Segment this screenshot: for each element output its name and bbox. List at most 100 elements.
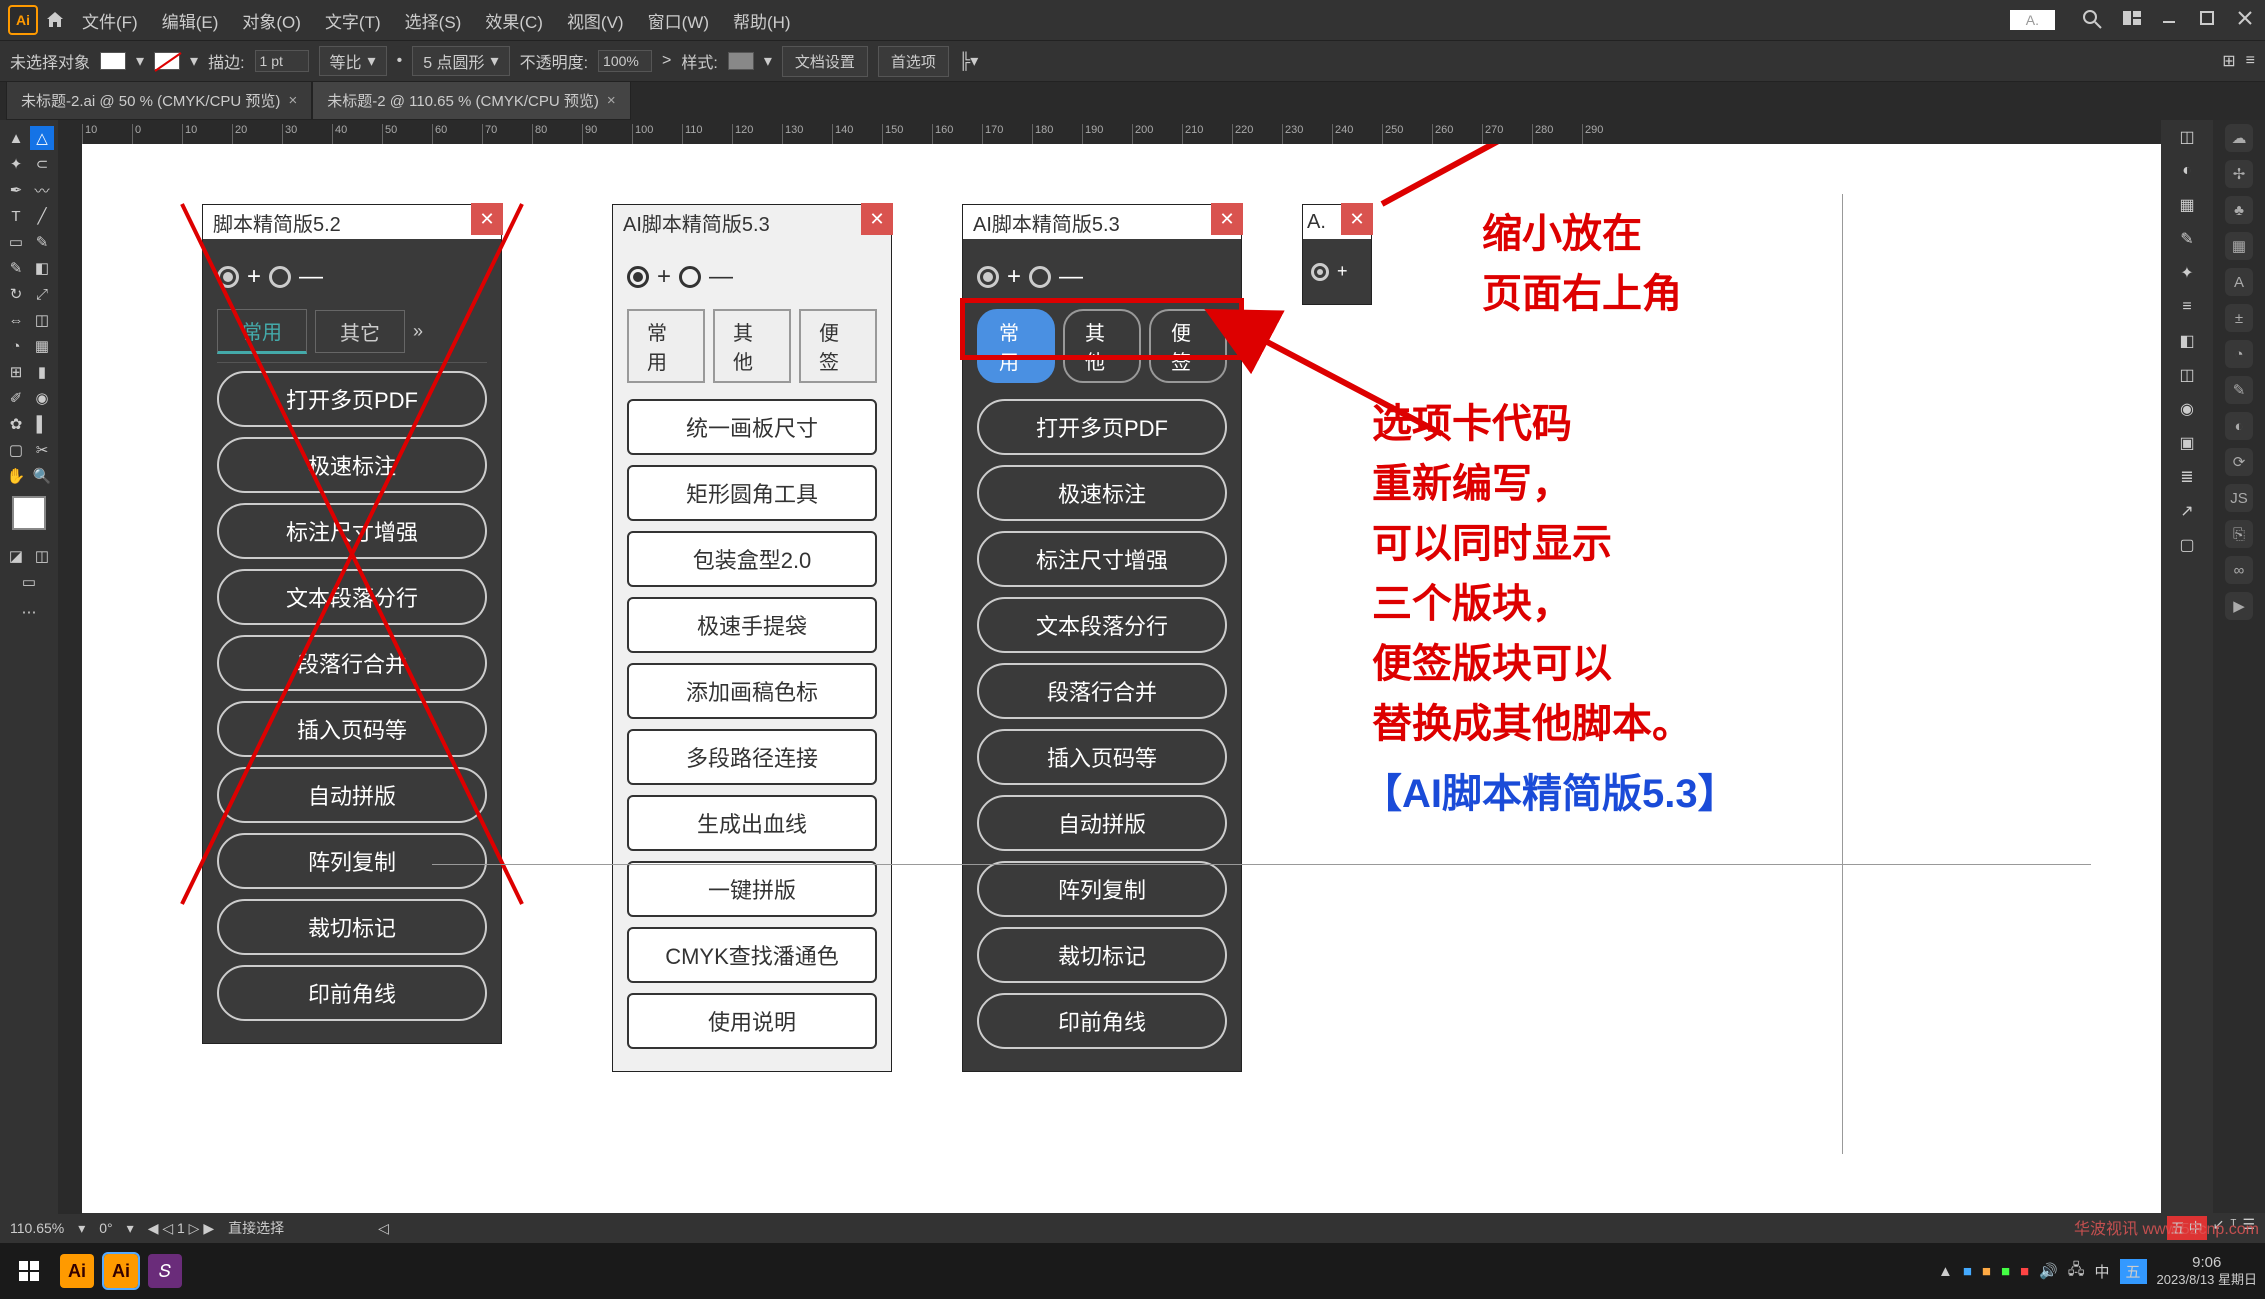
tab-common[interactable]: 常用 <box>627 309 705 383</box>
magic-wand-tool[interactable]: ✦ <box>4 152 28 176</box>
panel-52-tab-other[interactable]: 其它 <box>315 310 405 353</box>
ext2-icon[interactable]: ♣ <box>2225 196 2253 224</box>
ext6-icon[interactable]: ◔ <box>2225 340 2253 368</box>
fill-swatch[interactable] <box>100 52 126 70</box>
appearance-icon[interactable]: ◉ <box>2174 396 2200 422</box>
radio-off[interactable] <box>269 266 291 288</box>
ext12-icon[interactable]: ∞ <box>2225 556 2253 584</box>
menu-type[interactable]: 文字(T) <box>315 4 391 37</box>
btn-text-split[interactable]: 文本段落分行 <box>977 597 1227 653</box>
tray-volume-icon[interactable]: 🔊 <box>2039 1262 2058 1280</box>
ext10-icon[interactable]: JS <box>2225 484 2253 512</box>
stroke-weight[interactable]: 1 pt <box>255 50 309 72</box>
menu-select[interactable]: 选择(S) <box>395 4 472 37</box>
brush-preset[interactable]: 5 点圆形▾ <box>412 46 509 76</box>
shaper-tool[interactable]: ✎ <box>4 256 28 280</box>
symbols-icon[interactable]: ✦ <box>2174 260 2200 286</box>
panel-mini-close[interactable]: ✕ <box>1341 203 1373 235</box>
tray-app-icon[interactable]: ■ <box>2020 1263 2029 1280</box>
radio-on[interactable] <box>977 266 999 288</box>
btn-auto-impose[interactable]: 自动拼版 <box>977 795 1227 851</box>
menu-object[interactable]: 对象(O) <box>232 4 311 37</box>
btn-fast-annotate[interactable]: 极速标注 <box>217 437 487 493</box>
tab-close-icon[interactable]: × <box>607 92 616 109</box>
rotate-tool[interactable]: ↻ <box>4 282 28 306</box>
ext4-icon[interactable]: A <box>2225 268 2253 296</box>
gradient-panel-icon[interactable]: ◧ <box>2174 328 2200 354</box>
ext7-icon[interactable]: ✎ <box>2225 376 2253 404</box>
rect-tool[interactable]: ▭ <box>4 230 28 254</box>
radio-on[interactable] <box>627 266 649 288</box>
tab-notes[interactable]: 便签 <box>1149 309 1227 383</box>
stroke-swatch[interactable] <box>154 52 180 70</box>
radio-off[interactable] <box>679 266 701 288</box>
btn-one-click-impose[interactable]: 一键拼版 <box>627 861 877 917</box>
tab-close-icon[interactable]: × <box>288 92 297 109</box>
ext8-icon[interactable]: ◐ <box>2225 412 2253 440</box>
ext1-icon[interactable]: ✢ <box>2225 160 2253 188</box>
radio-off[interactable] <box>1029 266 1051 288</box>
arrange-icon[interactable] <box>2123 10 2143 30</box>
btn-dim-enhance[interactable]: 标注尺寸增强 <box>217 503 487 559</box>
ext5-icon[interactable]: ± <box>2225 304 2253 332</box>
tab-common[interactable]: 常用 <box>977 309 1055 383</box>
lasso-tool[interactable]: ⊂ <box>30 152 54 176</box>
tab-notes[interactable]: 便签 <box>799 309 877 383</box>
ext11-icon[interactable]: ⎘ <box>2225 520 2253 548</box>
brush-tool[interactable]: ✎ <box>30 230 54 254</box>
task-ai-2[interactable]: Ai <box>104 1254 138 1288</box>
panel-menu-icon[interactable]: ≡ <box>2246 52 2255 70</box>
eraser-tool[interactable]: ◧ <box>30 256 54 280</box>
btn-para-merge[interactable]: 段落行合并 <box>217 635 487 691</box>
radio-on[interactable] <box>217 266 239 288</box>
panel-53-dark-close[interactable]: ✕ <box>1211 203 1243 235</box>
zoom-level[interactable]: 110.65% <box>10 1220 64 1236</box>
swatches-icon[interactable]: ▦ <box>2174 192 2200 218</box>
menu-view[interactable]: 视图(V) <box>557 4 634 37</box>
menu-window[interactable]: 窗口(W) <box>638 4 719 37</box>
scale-tool[interactable]: ⤢ <box>30 282 54 306</box>
artboards-panel-icon[interactable]: ▢ <box>2174 532 2200 558</box>
home-icon[interactable] <box>42 7 68 33</box>
btn-instructions[interactable]: 使用说明 <box>627 993 877 1049</box>
maximize-icon[interactable] <box>2199 10 2219 30</box>
menu-effect[interactable]: 效果(C) <box>475 4 553 37</box>
btn-dim-enhance[interactable]: 标注尺寸增强 <box>977 531 1227 587</box>
screen-mode[interactable]: ▭ <box>17 570 41 594</box>
tray-up-icon[interactable]: ▲ <box>1938 1263 1953 1280</box>
fill-stroke-swatch[interactable] <box>12 496 46 530</box>
ext9-icon[interactable]: ⟳ <box>2225 448 2253 476</box>
btn-bleed-line[interactable]: 生成出血线 <box>627 795 877 851</box>
tray-app-icon[interactable]: ■ <box>2001 1263 2010 1280</box>
btn-box-type[interactable]: 包装盒型2.0 <box>627 531 877 587</box>
brushes-icon[interactable]: ✎ <box>2174 226 2200 252</box>
mini-panel-slot[interactable]: A. <box>2010 10 2055 30</box>
btn-page-number[interactable]: 插入页码等 <box>977 729 1227 785</box>
tray-network-icon[interactable]: 🖧 <box>2068 1259 2085 1284</box>
menu-file[interactable]: 文件(F) <box>72 4 148 37</box>
btn-array-copy[interactable]: 阵列复制 <box>217 833 487 889</box>
width-tool[interactable]: ⇔ <box>4 308 28 332</box>
color-icon[interactable]: ◐ <box>2174 158 2200 184</box>
zoom-tool[interactable]: 🔍 <box>30 464 54 488</box>
panel-53-light-close[interactable]: ✕ <box>861 203 893 235</box>
graph-tool[interactable]: ▌ <box>30 412 54 436</box>
libraries-icon[interactable]: ☁ <box>2225 124 2253 152</box>
doc-setup-button[interactable]: 文档设置 <box>782 46 868 77</box>
btn-auto-impose[interactable]: 自动拼版 <box>217 767 487 823</box>
btn-crop-marks[interactable]: 裁切标记 <box>217 899 487 955</box>
ext3-icon[interactable]: ▦ <box>2225 232 2253 260</box>
btn-text-split[interactable]: 文本段落分行 <box>217 569 487 625</box>
asset-export-icon[interactable]: ↗ <box>2174 498 2200 524</box>
btn-array-copy[interactable]: 阵列复制 <box>977 861 1227 917</box>
hand-tool[interactable]: ✋ <box>4 464 28 488</box>
btn-handbag[interactable]: 极速手提袋 <box>627 597 877 653</box>
btn-color-label[interactable]: 添加画稿色标 <box>627 663 877 719</box>
slice-tool[interactable]: ✂ <box>30 438 54 462</box>
panel-52-close[interactable]: ✕ <box>471 203 503 235</box>
tab-other[interactable]: 其他 <box>1063 309 1141 383</box>
properties-icon[interactable]: ◫ <box>2174 124 2200 150</box>
free-transform-tool[interactable]: ◫ <box>30 308 54 332</box>
doc-tab-2[interactable]: 未标题-2 @ 110.65 % (CMYK/CPU 预览)× <box>312 81 630 120</box>
task-extendscript[interactable]: 𝑆 <box>148 1254 182 1288</box>
